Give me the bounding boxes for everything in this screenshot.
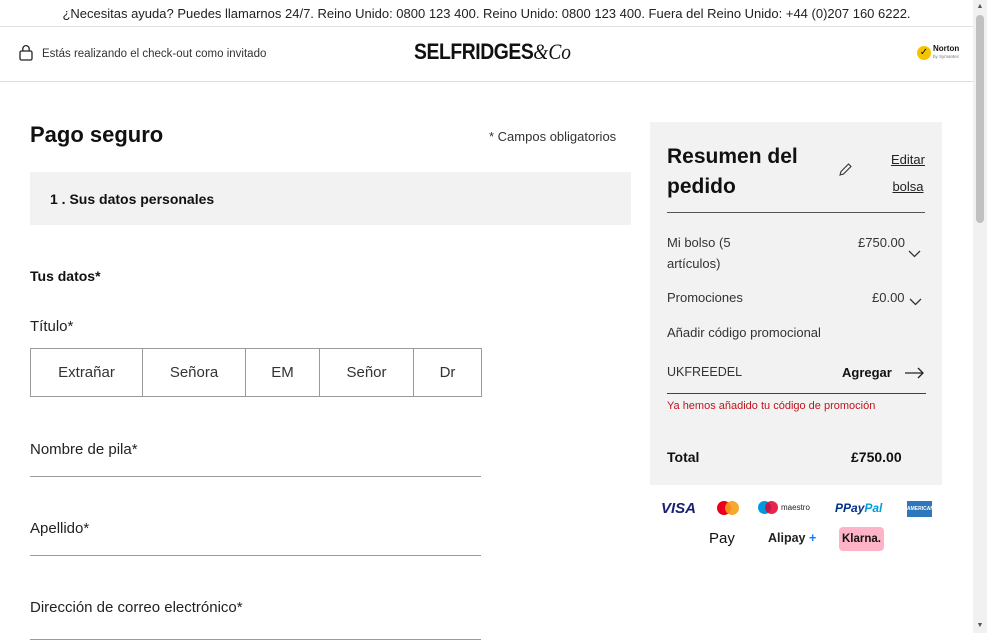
title-option-em[interactable]: EM — [246, 349, 320, 396]
order-summary-title: Resumen del pedido — [667, 145, 798, 198]
title-field-label: Título* — [30, 318, 74, 335]
guest-text: Estás realizando el check-out como invit… — [42, 48, 267, 60]
title-option-extranar[interactable]: Extrañar — [31, 349, 143, 396]
summary-divider — [667, 212, 925, 213]
checkmark-icon: ✓ — [917, 46, 931, 60]
promo-applied-message: Ya hemos añadido tu código de promoción — [667, 400, 876, 412]
step-label: 1 . Sus datos personales — [50, 191, 215, 207]
lock-icon — [19, 44, 33, 64]
visa-logo: VISA — [661, 500, 697, 517]
page-scrollbar[interactable]: ▲ ▼ — [973, 0, 987, 633]
required-fields-note: * Campos obligatorios — [489, 129, 617, 144]
promotions-value: £0.00 — [872, 290, 905, 305]
last-name-field[interactable]: Apellido* — [30, 520, 481, 556]
guest-checkout-notice: Estás realizando el check-out como invit… — [19, 44, 266, 64]
total-value: £750.00 — [851, 449, 902, 465]
help-text: ¿Necesitas ayuda? Puedes llamarnos 24/7.… — [62, 6, 911, 21]
email-label: Dirección de correo electrónico* — [30, 599, 243, 616]
last-name-input[interactable] — [30, 537, 481, 551]
add-promo-label: Añadir código promocional — [667, 325, 821, 340]
title-option-dr[interactable]: Dr — [414, 349, 481, 396]
title-selector: Extrañar Señora EM Señor Dr — [30, 348, 482, 397]
email-field[interactable]: Dirección de correo electrónico* — [30, 599, 481, 640]
page-title: Pago seguro — [30, 122, 164, 147]
scroll-thumb[interactable] — [976, 15, 984, 223]
bag-label: Mi bolso (5 artículos) — [667, 235, 731, 271]
first-name-input[interactable] — [30, 458, 481, 472]
bag-value: £750.00 — [858, 235, 905, 250]
selfridges-logo[interactable]: SELFRIDGES&Co — [414, 39, 571, 65]
american-express-logo: AMERICAN EXPRESS — [907, 501, 934, 528]
norton-label: Norton by Symantec — [933, 44, 960, 60]
arrow-right-icon[interactable] — [905, 366, 925, 384]
mastercard-logo — [717, 501, 739, 515]
pencil-icon[interactable] — [838, 162, 853, 182]
scroll-down-arrow-icon[interactable]: ▼ — [973, 619, 987, 633]
step-personal-details[interactable]: 1 . Sus datos personales — [30, 172, 631, 225]
paypal-logo: PPayPal — [835, 501, 883, 515]
promo-input-underline — [667, 393, 926, 394]
promo-code-input[interactable]: UKFREEDEL — [667, 365, 742, 379]
chevron-down-icon[interactable] — [909, 293, 922, 311]
first-name-label: Nombre de pila* — [30, 441, 138, 458]
total-label: Total — [667, 449, 700, 465]
chevron-down-icon[interactable] — [908, 245, 921, 263]
norton-badge: ✓ Norton by Symantec — [917, 45, 959, 61]
promotions-label: Promociones — [667, 290, 743, 305]
last-name-label: Apellido* — [30, 520, 90, 537]
help-bar: ¿Necesitas ayuda? Puedes llamarnos 24/7.… — [0, 0, 973, 27]
apple-pay-logo: Pay — [709, 530, 735, 547]
section-title-your-details: Tus datos* — [30, 268, 101, 284]
title-option-senor[interactable]: Señor — [320, 349, 414, 396]
order-summary: Resumen del pedido Editar bolsa Mi bolso… — [650, 122, 942, 485]
email-input[interactable] — [30, 616, 481, 630]
first-name-field[interactable]: Nombre de pila* — [30, 441, 481, 477]
title-option-senora[interactable]: Señora — [143, 349, 246, 396]
klarna-logo: Klarna. — [839, 527, 884, 551]
checkout-header: Estás realizando el check-out como invit… — [0, 27, 973, 82]
apply-promo-button[interactable]: Agregar — [842, 365, 892, 380]
maestro-logo: maestro — [758, 501, 810, 514]
alipay-logo: Alipay + — [768, 531, 817, 545]
scroll-up-arrow-icon[interactable]: ▲ — [973, 0, 987, 14]
edit-bag-link[interactable]: Editar bolsa — [890, 146, 926, 200]
